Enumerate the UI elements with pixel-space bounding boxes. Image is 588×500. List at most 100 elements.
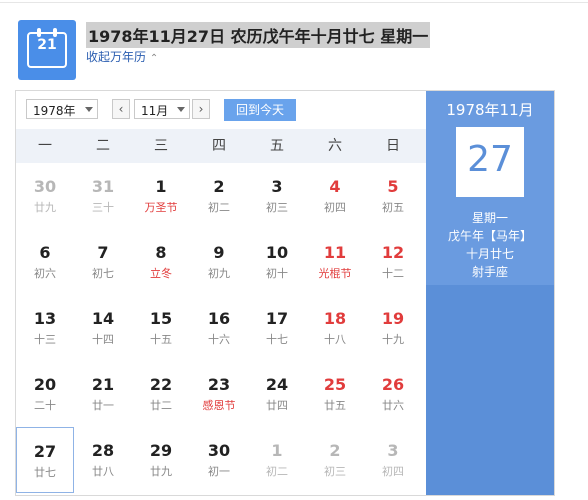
collapse-label[interactable]: 收起万年历 [86,50,146,64]
detail-month-label: 1978年11月 [446,101,534,119]
month-select-value[interactable]: 11月 [141,102,168,119]
day-number[interactable]: 18 [306,309,364,328]
calendar-day-cell[interactable]: 9 初九 [190,229,248,295]
day-number[interactable]: 17 [248,309,306,328]
day-number[interactable]: 29 [132,441,190,460]
lunar-label: 初十 [266,267,288,280]
calendar-day-cell[interactable]: 19 十九 [364,295,422,361]
calendar-day-cell[interactable]: 1 初二 [248,427,306,493]
year-select-value[interactable]: 1978年 [33,102,76,119]
collapse-calendar-link[interactable]: 收起万年历 ⌃ [86,48,158,65]
lunar-label: 光棍节 [318,267,352,280]
day-number[interactable]: 11 [306,243,364,262]
calendar-day-cell[interactable]: 10 初十 [248,229,306,295]
day-number[interactable]: 7 [74,243,132,262]
day-number[interactable]: 30 [190,441,248,460]
lunar-label: 初四 [382,465,404,478]
year-select[interactable]: 1978年 [26,99,98,119]
lunar-label: 廿七 [34,466,56,479]
calendar-day-cell[interactable]: 17 十七 [248,295,306,361]
back-to-today-button[interactable]: 回到今天 [224,99,296,121]
calendar-day-cell[interactable]: 14 十四 [74,295,132,361]
calendar-day-cell[interactable]: 3 初四 [364,427,422,493]
calendar-day-cell[interactable]: 2 初二 [190,163,248,229]
calendar-icon-day: 21 [37,37,57,53]
day-number[interactable]: 16 [190,309,248,328]
day-number[interactable]: 2 [190,177,248,196]
calendar-day-cell[interactable]: 15 十五 [132,295,190,361]
next-month-button[interactable]: › [192,99,210,119]
calendar-day-cell[interactable]: 13 十三 [16,295,74,361]
lunar-label: 立冬 [150,267,172,280]
lunar-label: 廿九 [150,465,172,478]
day-number[interactable]: 12 [364,243,422,262]
day-number[interactable]: 26 [364,375,422,394]
lunar-label: 初四 [324,201,346,214]
calendar-day-cell[interactable]: 1 万圣节 [132,163,190,229]
calendar-day-cell[interactable]: 30 初一 [190,427,248,493]
day-detail-header: 1978年11月 27 星期一 戊午年【马年】 十月廿七 射手座 [426,91,554,285]
day-number[interactable]: 30 [16,177,74,196]
calendar-day-cell[interactable]: 27 廿七 [16,427,74,493]
day-number[interactable]: 1 [248,441,306,460]
calendar-day-cell[interactable]: 8 立冬 [132,229,190,295]
day-number[interactable]: 5 [364,177,422,196]
day-number[interactable]: 31 [74,177,132,196]
day-number[interactable]: 21 [74,375,132,394]
day-number[interactable]: 9 [190,243,248,262]
day-number[interactable]: 22 [132,375,190,394]
calendar-day-cell[interactable]: 28 廿八 [74,427,132,493]
detail-weekday: 星期一 [471,211,508,225]
day-number[interactable]: 20 [16,375,74,394]
calendar-day-cell[interactable]: 25 廿五 [306,361,364,427]
detail-day-number: 27 [467,139,513,180]
calendar-day-cell[interactable]: 4 初四 [306,163,364,229]
month-select[interactable]: 11月 [134,99,190,119]
day-number[interactable]: 6 [16,243,74,262]
calendar-day-cell[interactable]: 11 光棍节 [306,229,364,295]
day-number[interactable]: 14 [74,309,132,328]
calendar-day-cell[interactable]: 18 十八 [306,295,364,361]
calendar-day-cell[interactable]: 6 初六 [16,229,74,295]
calendar-day-cell[interactable]: 24 廿四 [248,361,306,427]
calendar-day-cell[interactable]: 26 廿六 [364,361,422,427]
calendar-icon: 21 [18,20,76,80]
day-number[interactable]: 10 [248,243,306,262]
chevron-up-icon[interactable]: ⌃ [150,53,158,64]
day-number[interactable]: 3 [248,177,306,196]
calendar-day-cell[interactable]: 5 初五 [364,163,422,229]
dropdown-arrow-icon[interactable] [85,107,93,112]
day-number[interactable]: 4 [306,177,364,196]
calendar-day-cell[interactable]: 29 廿九 [132,427,190,493]
calendar-day-cell[interactable]: 30 廿九 [16,163,74,229]
calendar-day-cell[interactable]: 22 廿二 [132,361,190,427]
day-number[interactable]: 23 [190,375,248,394]
calendar-day-cell[interactable]: 21 廿一 [74,361,132,427]
calendar-day-cell[interactable]: 3 初三 [248,163,306,229]
day-number[interactable]: 2 [306,441,364,460]
weekday-label: 二 [96,138,110,154]
lunar-label: 三十 [92,201,114,214]
calendar-day-cell[interactable]: 12 十二 [364,229,422,295]
calendar-day-cell[interactable]: 23 感恩节 [190,361,248,427]
day-number[interactable]: 15 [132,309,190,328]
weekday-label: 五 [270,138,284,154]
calendar-day-cell[interactable]: 20 二十 [16,361,74,427]
day-number[interactable]: 3 [364,441,422,460]
lunar-label: 十九 [382,333,404,346]
day-number[interactable]: 24 [248,375,306,394]
calendar-day-cell[interactable]: 16 十六 [190,295,248,361]
day-number[interactable]: 28 [74,441,132,460]
day-number[interactable]: 13 [16,309,74,328]
prev-month-button[interactable]: ‹ [112,99,130,119]
dropdown-arrow-icon[interactable] [177,107,185,112]
calendar-day-cell[interactable]: 31 三十 [74,163,132,229]
day-number[interactable]: 25 [306,375,364,394]
day-number[interactable]: 19 [364,309,422,328]
calendar-day-cell[interactable]: 2 初三 [306,427,364,493]
day-number[interactable]: 1 [132,177,190,196]
day-number[interactable]: 8 [132,243,190,262]
day-number[interactable]: 27 [17,442,73,461]
calendar-day-cell[interactable]: 7 初七 [74,229,132,295]
weekday-label: 六 [328,138,342,154]
